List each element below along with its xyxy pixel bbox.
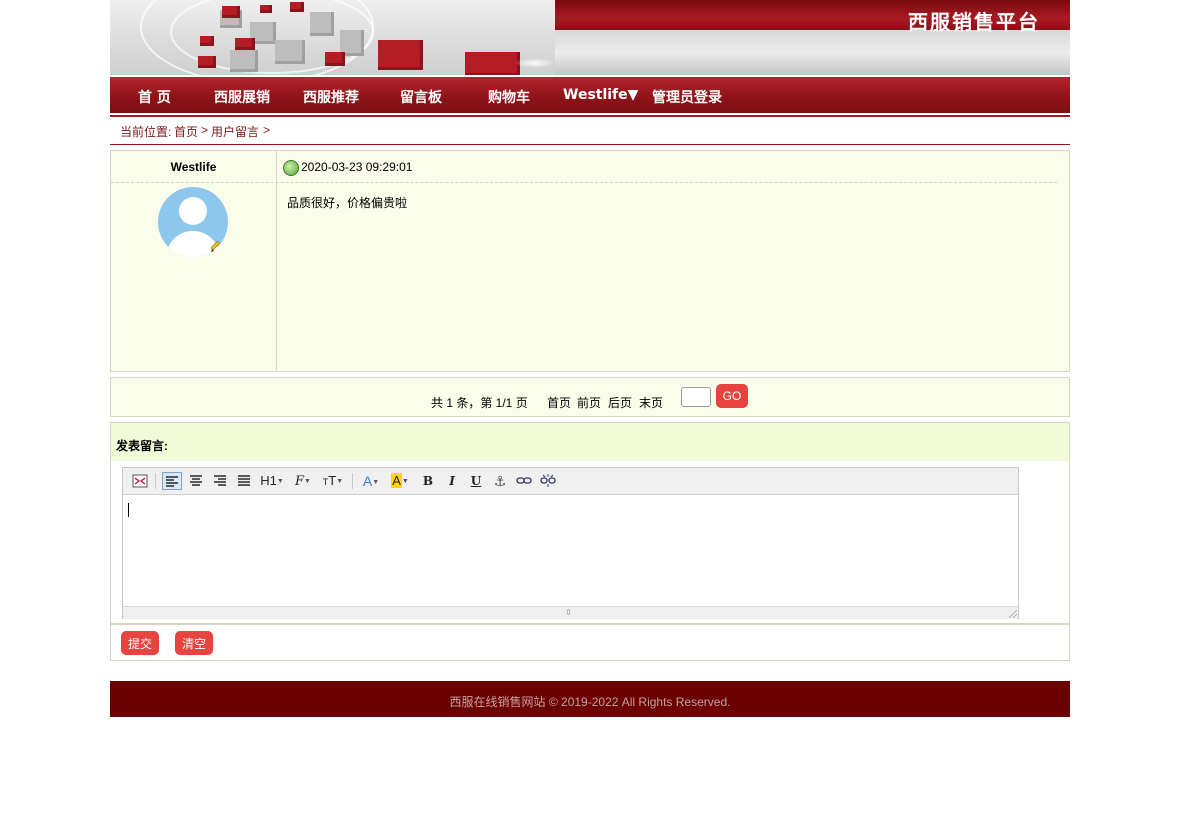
banner-cube-decoration [198,56,216,68]
toolbar-separator [155,473,156,489]
heading-label: H1 [260,473,277,488]
page-number-input[interactable] [681,387,711,407]
banner-cube-decoration [378,40,423,70]
banner-cube-decoration [235,38,255,50]
message-entry: Westlife 2020-03-23 09:29:01 品质很好，价格偏贵啦 [110,150,1070,372]
pagination-prev-link[interactable]: 前页 [577,394,601,411]
align-justify-icon[interactable] [234,472,254,490]
site-title: 西服销售平台 [908,10,1040,34]
banner-cube-decoration [200,36,214,46]
banner-cube-decoration [310,12,334,36]
editor-container: H1▼ F▼ TT▼ A▼ A▼ B I U ⚓ ⇳ [110,461,1070,624]
rich-text-editor: H1▼ F▼ TT▼ A▼ A▼ B I U ⚓ ⇳ [122,467,1019,619]
font-color-icon[interactable]: A▼ [359,472,383,490]
message-author: Westlife [170,160,217,174]
underline-label: U [470,474,482,488]
unlink-icon[interactable] [538,472,558,490]
breadcrumb-home-link[interactable]: 首页 [174,123,198,140]
link-icon[interactable] [514,472,534,490]
bold-label: B [422,474,434,488]
banner-cube-decoration [465,52,520,75]
footer: 西服在线销售网站 © 2019-2022 All Rights Reserved… [110,681,1070,717]
resize-handle-icon[interactable] [1009,610,1017,618]
message-author-column [111,151,277,371]
message-content: 品质很好，价格偏贵啦 [287,196,408,210]
align-left-icon[interactable] [162,472,182,490]
post-message-header: 发表留言: [110,422,1070,462]
align-right-icon[interactable] [210,472,230,490]
fullscreen-icon[interactable] [130,472,150,490]
message-divider [111,182,1057,183]
nav-item-home[interactable]: 首 页 [138,87,171,107]
breadcrumb-current-link[interactable]: 用户留言 [211,123,259,140]
banner-cube-decoration [325,52,345,66]
banner-cube-decoration [230,50,258,72]
form-actions: 提交 清空 [110,624,1070,661]
breadcrumb-prefix: 当前位置: [120,125,172,139]
editor-toolbar: H1▼ F▼ TT▼ A▼ A▼ B I U ⚓ [123,468,1018,495]
submit-button[interactable]: 提交 [121,631,159,655]
editor-content-area[interactable] [123,495,1018,606]
banner-cube-decoration [290,2,304,12]
clear-button[interactable]: 清空 [175,631,213,655]
resize-grip-icon[interactable]: ⇳ [565,609,572,617]
nav-item-user-menu[interactable]: Westlife▼ [563,87,638,103]
anchor-icon[interactable]: ⚓ [490,472,510,490]
font-size-icon[interactable]: TT▼ [320,472,346,490]
breadcrumb: 当前位置: 首页 > 用户留言 > [110,118,1070,145]
breadcrumb-separator: > [201,123,209,137]
banner-lower-panel [555,30,1070,75]
italic-label: I [449,474,455,488]
bold-icon[interactable]: B [418,472,438,490]
banner-cube-decoration [260,5,272,13]
footer-copyright: 西服在线销售网站 © 2019-2022 All Rights Reserved… [449,695,731,709]
pagination-last-link[interactable]: 末页 [639,394,663,411]
pagination-summary: 共 1 条，第 1/1 页 [431,396,528,410]
nav-item-suit-sale[interactable]: 西服展销 [214,87,270,107]
nav-item-suit-recommend[interactable]: 西服推荐 [303,87,359,107]
go-button[interactable]: GO [716,384,748,408]
toolbar-separator [352,473,353,489]
post-message-heading: 发表留言: [116,439,168,453]
banner-cube-decoration [222,6,240,18]
message-datetime: 2020-03-23 09:29:01 [301,160,413,174]
nav-item-message-board[interactable]: 留言板 [400,87,442,107]
banner-shine-decoration [515,58,555,68]
pagination-next-link[interactable]: 后页 [608,394,632,411]
banner-cube-decoration [275,40,305,64]
pagination: 共 1 条，第 1/1 页 首页 前页 后页 末页 GO [110,377,1070,417]
font-family-icon[interactable]: F▼ [291,472,315,490]
nav-item-admin-login[interactable]: 管理员登录 [652,87,722,107]
pencil-icon [210,241,220,252]
breadcrumb-separator: > [263,123,271,137]
italic-icon[interactable]: I [442,472,462,490]
clock-icon [283,160,299,176]
nav-item-cart[interactable]: 购物车 [488,87,530,107]
text-cursor [128,503,129,517]
highlight-color-icon[interactable]: A▼ [387,472,413,490]
heading-icon[interactable]: H1▼ [259,472,285,490]
editor-statusbar: ⇳ [123,606,1018,619]
pagination-first-link[interactable]: 首页 [547,394,571,411]
align-center-icon[interactable] [186,472,206,490]
underline-icon[interactable]: U [466,472,486,490]
header-banner: 西服销售平台 [110,0,1070,75]
main-nav: 首 页 西服展销 西服推荐 留言板 购物车 Westlife▼ 管理员登录 [110,77,1070,115]
